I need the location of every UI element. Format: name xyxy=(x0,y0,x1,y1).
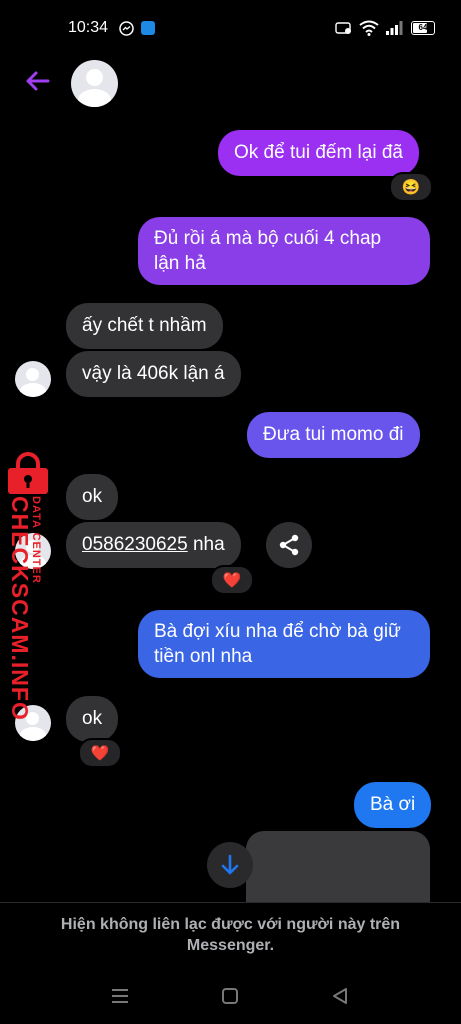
message-text: ấy chết t nhầm xyxy=(82,315,207,336)
system-nav-bar xyxy=(0,972,461,1024)
message-outgoing[interactable]: Đủ rồi á mà bộ cuối 4 chap lận hả xyxy=(138,217,430,285)
reaction-badge[interactable]: ❤️ xyxy=(210,565,254,595)
back-button[interactable] xyxy=(22,66,52,96)
lock-icon xyxy=(8,452,48,494)
reaction-badge[interactable]: 😆 xyxy=(389,172,433,202)
unavailable-notice: Hiện không liên lạc được với người này t… xyxy=(0,902,461,973)
message-outgoing[interactable]: Đưa tui momo đi xyxy=(247,412,420,458)
message-outgoing[interactable]: Bà đợi xíu nha để chờ bà giữ tiền onl nh… xyxy=(138,610,430,678)
share-button[interactable] xyxy=(266,522,312,568)
message-incoming[interactable]: ấy chết t nhầm xyxy=(66,303,223,349)
message-text-line: Đủ rồi á mà bộ cuối 4 chap xyxy=(154,228,382,249)
wifi-icon xyxy=(359,20,379,36)
message-text: Bà ơi xyxy=(370,794,416,815)
message-text: ok xyxy=(82,708,103,729)
message-text-line: Bà đợi xíu nha để chờ bà giữ xyxy=(154,621,401,642)
status-time: 10:34 xyxy=(68,19,109,36)
laugh-emoji: 😆 xyxy=(401,179,421,196)
battery-level: 64 xyxy=(418,23,428,32)
reaction-badge[interactable]: ❤️ xyxy=(78,738,122,768)
message-text-line: tiền onl nha xyxy=(154,646,253,667)
watermark: CHECKSCAM.INFO DATA CENTER xyxy=(0,452,60,721)
menu-icon[interactable] xyxy=(111,987,129,1005)
scroll-down-button[interactable] xyxy=(207,842,253,888)
image-attachment[interactable] xyxy=(246,831,430,902)
watermark-brand: CHECKSCAM.INFO xyxy=(7,496,33,721)
home-icon[interactable] xyxy=(221,987,239,1005)
back-nav-icon[interactable] xyxy=(331,987,349,1005)
share-icon xyxy=(279,534,299,556)
message-text: Ok để tui đếm lại đã xyxy=(234,142,403,163)
phone-link[interactable]: 0586230625 xyxy=(82,534,188,555)
signal-icon xyxy=(386,21,403,35)
notice-text: Hiện không liên lạc được với người này t… xyxy=(60,916,401,954)
heart-emoji: ❤️ xyxy=(222,572,242,589)
back-arrow-icon xyxy=(26,71,50,91)
message-text: Đưa tui momo đi xyxy=(263,424,404,445)
message-outgoing[interactable]: Bà ơi xyxy=(354,782,432,828)
sender-avatar[interactable] xyxy=(15,361,51,397)
battery-icon: 64 xyxy=(411,21,435,35)
scroll-down-icon xyxy=(221,854,239,875)
message-outgoing[interactable]: Ok để tui đếm lại đã xyxy=(218,130,419,176)
contact-avatar[interactable] xyxy=(71,60,118,107)
message-text: vậy là 406k lận á xyxy=(82,363,225,384)
message-text: ok xyxy=(82,486,103,507)
watermark-sub: DATA CENTER xyxy=(30,496,42,584)
nfc-icon xyxy=(335,22,351,34)
message-incoming[interactable]: ok xyxy=(66,474,119,520)
message-incoming[interactable]: 0586230625 nha xyxy=(66,522,241,568)
status-icons: 64 xyxy=(335,20,435,36)
messenger-icon xyxy=(119,21,134,36)
message-text: nha xyxy=(187,534,225,555)
message-text-line: lận hả xyxy=(154,253,206,274)
app-icon xyxy=(141,21,155,35)
message-incoming[interactable]: vậy là 406k lận á xyxy=(66,351,241,397)
message-incoming[interactable]: ok xyxy=(66,696,119,742)
heart-emoji: ❤️ xyxy=(90,745,110,762)
